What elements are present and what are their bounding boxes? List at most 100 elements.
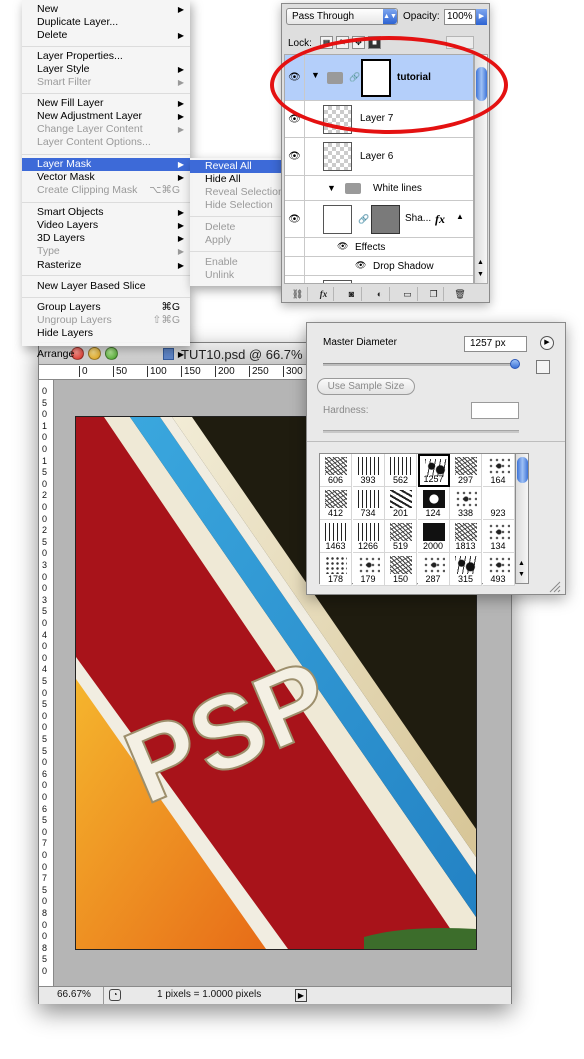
new-preset-icon[interactable] <box>536 360 550 374</box>
eye-cell[interactable] <box>285 238 305 256</box>
brush-preset[interactable]: 201 <box>385 487 417 520</box>
master-diameter-slider[interactable] <box>323 359 520 369</box>
blend-mode-select[interactable]: Pass Through ▲▼ <box>286 8 398 25</box>
status-preview-icon[interactable]: ◔ <box>109 989 121 1001</box>
scroll-down-icon[interactable]: ▼ <box>477 271 484 278</box>
brush-preset[interactable]: 1266 <box>352 520 385 553</box>
menu-item-layer-mask[interactable]: Layer Mask ▶ <box>22 158 190 171</box>
menu-item-smart-filter[interactable]: Smart Filter ▶ <box>22 76 190 89</box>
brush-grid[interactable]: 606 393 562 1257 297 164 412 734 201 124 338 923 146… <box>319 453 515 586</box>
brush-preset[interactable]: 315 <box>450 553 482 586</box>
brush-preset[interactable]: 287 <box>417 553 450 586</box>
eye-icon[interactable] <box>285 176 305 200</box>
hardness-slider[interactable] <box>323 430 519 433</box>
eye-icon[interactable]: 👁 <box>337 241 348 252</box>
brush-preset[interactable]: 297 <box>450 454 482 487</box>
menu-item-new[interactable]: New ▶ <box>22 3 190 16</box>
brush-preset[interactable]: 2000 <box>417 520 450 553</box>
layer-row-layer6[interactable]: 👁 Layer 6 <box>285 138 473 176</box>
menu-item-layer-properties[interactable]: Layer Properties... <box>22 50 190 63</box>
status-menu-arrow-icon[interactable]: ▶ <box>295 989 307 1002</box>
menu-item-ungroup-layers[interactable]: Ungroup Layers ⇧⌘G <box>22 314 190 327</box>
menu-item-new-adjustment-layer[interactable]: New Adjustment Layer ▶ <box>22 110 190 123</box>
vector-mask-thumbnail[interactable] <box>371 205 400 234</box>
master-diameter-input[interactable]: 1257 px <box>464 336 527 352</box>
menu-item-arrange[interactable]: Arrange ▶ <box>22 348 190 361</box>
brush-preset[interactable]: 519 <box>385 520 417 553</box>
menu-item-vector-mask[interactable]: Vector Mask ▶ <box>22 171 190 184</box>
zoom-level[interactable]: 66.67% <box>57 989 91 1000</box>
menu-item-video-layers[interactable]: Video Layers ▶ <box>22 219 190 232</box>
mask-icon[interactable]: ◙ <box>342 287 362 301</box>
menu-item-new-fill-layer[interactable]: New Fill Layer ▶ <box>22 97 190 110</box>
eye-cell[interactable] <box>285 257 305 275</box>
menu-item-group-layers[interactable]: Group Layers ⌘G <box>22 301 190 314</box>
eye-icon[interactable]: 👁 <box>285 201 305 237</box>
scroll-up-icon[interactable]: ▲ <box>518 560 525 567</box>
vector-mask-link-icon[interactable]: 🔗 <box>358 214 369 225</box>
drop-shadow-label[interactable]: Drop Shadow <box>373 261 434 272</box>
menu-item-smart-objects[interactable]: Smart Objects ▶ <box>22 206 190 219</box>
brush-preset[interactable]: 164 <box>482 454 515 487</box>
layer-name[interactable]: Layer 6 <box>360 151 393 162</box>
menu-item-3d-layers[interactable]: 3D Layers ▶ <box>22 232 190 245</box>
brush-preset[interactable]: 412 <box>320 487 352 520</box>
menu-item-layer-content-options[interactable]: Layer Content Options... <box>22 136 190 149</box>
brush-preset[interactable]: 1463 <box>320 520 352 553</box>
menu-item-new-layer-based-slice[interactable]: New Layer Based Slice <box>22 280 190 293</box>
fx-badge-icon[interactable]: fx <box>435 212 445 227</box>
layer-name[interactable]: Sha... <box>405 213 431 224</box>
eye-cell[interactable] <box>285 276 305 283</box>
layer-context-menu[interactable]: New ▶ Duplicate Layer... Delete ▶ Layer Prope… <box>22 0 190 360</box>
opacity-input[interactable]: 100% <box>444 9 476 25</box>
menu-item-layer-style[interactable]: Layer Style ▶ <box>22 63 190 76</box>
slider-knob[interactable] <box>510 359 520 369</box>
fx-icon[interactable]: fx <box>314 287 334 301</box>
menu-item-change-layer-content[interactable]: Change Layer Content ▶ <box>22 123 190 136</box>
brush-preset[interactable]: 1257 <box>417 454 450 487</box>
use-sample-size-button[interactable]: Use Sample Size <box>317 378 415 395</box>
brush-scrollbar[interactable]: ▲ ▼ <box>515 453 529 584</box>
opacity-arrow-icon[interactable]: ▶ <box>476 9 487 25</box>
brush-preset[interactable]: 923 <box>482 487 515 520</box>
brush-preset[interactable]: 562 <box>385 454 417 487</box>
scroll-down-icon[interactable]: ▼ <box>518 571 525 578</box>
new-layer-icon[interactable]: ❐ <box>424 287 444 301</box>
brush-preset[interactable]: 734 <box>352 487 385 520</box>
brush-preset[interactable]: 1813 <box>450 520 482 553</box>
menu-item-create-clipping-mask[interactable]: Create Clipping Mask ⌥⌘G <box>22 184 190 197</box>
brush-preset[interactable]: 124 <box>417 487 450 520</box>
layer-row-shape[interactable]: 👁 🔗 Sha... fx ▲ <box>285 201 473 238</box>
layer-row-white-lines[interactable]: ▼ White lines <box>285 176 473 201</box>
menu-item-delete[interactable]: Delete ▶ <box>22 29 190 42</box>
brush-preset[interactable]: 493 <box>482 553 515 586</box>
eye-icon[interactable]: 👁 <box>285 138 305 175</box>
hardness-input[interactable] <box>471 402 519 419</box>
layer-row-partial[interactable] <box>285 276 473 283</box>
layer-name[interactable]: White lines <box>373 183 422 194</box>
link-icon[interactable]: ⛓ <box>288 287 308 301</box>
menu-item-rasterize[interactable]: Rasterize ▶ <box>22 259 190 272</box>
scroll-thumb[interactable] <box>517 457 528 483</box>
brush-preset[interactable]: 606 <box>320 454 352 487</box>
adjustment-icon[interactable]: ◐ <box>370 287 390 301</box>
layer-row-drop-shadow[interactable]: 👁 Drop Shadow <box>285 257 473 276</box>
menu-item-duplicate-layer[interactable]: Duplicate Layer... <box>22 16 190 29</box>
brush-preset[interactable]: 178 <box>320 553 352 586</box>
collapse-effects-icon[interactable]: ▲ <box>456 212 464 221</box>
expand-triangle-icon[interactable]: ▼ <box>327 183 336 193</box>
flyout-arrow-icon[interactable]: ▶ <box>540 336 554 350</box>
ruler-left[interactable]: 0501001502002503003504004505005506006507… <box>39 380 54 986</box>
brush-preset[interactable]: 338 <box>450 487 482 520</box>
folder-icon[interactable]: ▭ <box>398 287 418 301</box>
brush-preset[interactable]: 393 <box>352 454 385 487</box>
brush-preset[interactable]: 150 <box>385 553 417 586</box>
scroll-up-icon[interactable]: ▲ <box>477 259 484 266</box>
brush-preset[interactable]: 179 <box>352 553 385 586</box>
brush-preset[interactable]: 134 <box>482 520 515 553</box>
effects-label[interactable]: Effects <box>355 242 385 253</box>
resize-grip-icon[interactable] <box>547 579 561 593</box>
layer-row-effects[interactable]: 👁 Effects <box>285 238 473 257</box>
menu-item-type[interactable]: Type ▶ <box>22 245 190 258</box>
menu-item-hide-layers[interactable]: Hide Layers <box>22 327 190 340</box>
